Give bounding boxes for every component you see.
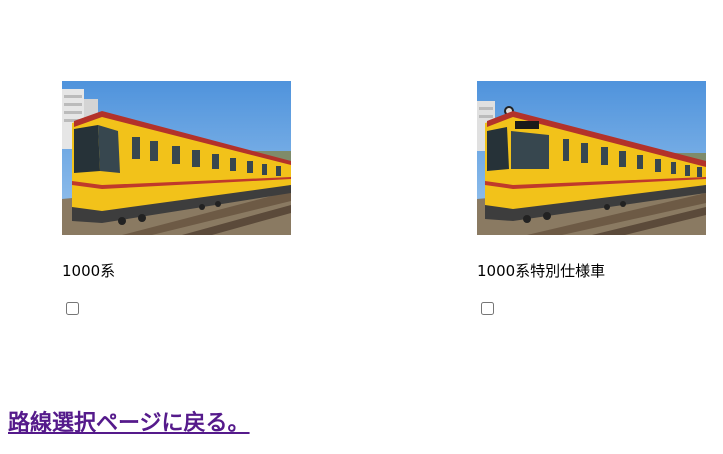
train-photo-1000-special bbox=[477, 81, 706, 235]
train-photo-1000 bbox=[62, 81, 291, 235]
train-card-1000-special: 1000系特別仕様車 bbox=[477, 81, 706, 315]
train-select-checkbox-1000-special[interactable] bbox=[481, 302, 494, 315]
train-card-1000: 1000系 bbox=[62, 81, 291, 315]
train-select-checkbox-1000[interactable] bbox=[66, 302, 79, 315]
train-label: 1000系 bbox=[62, 262, 116, 280]
train-label: 1000系特別仕様車 bbox=[477, 262, 606, 280]
back-to-line-selection-link[interactable]: 路線選択ページに戻る。 bbox=[8, 410, 250, 438]
